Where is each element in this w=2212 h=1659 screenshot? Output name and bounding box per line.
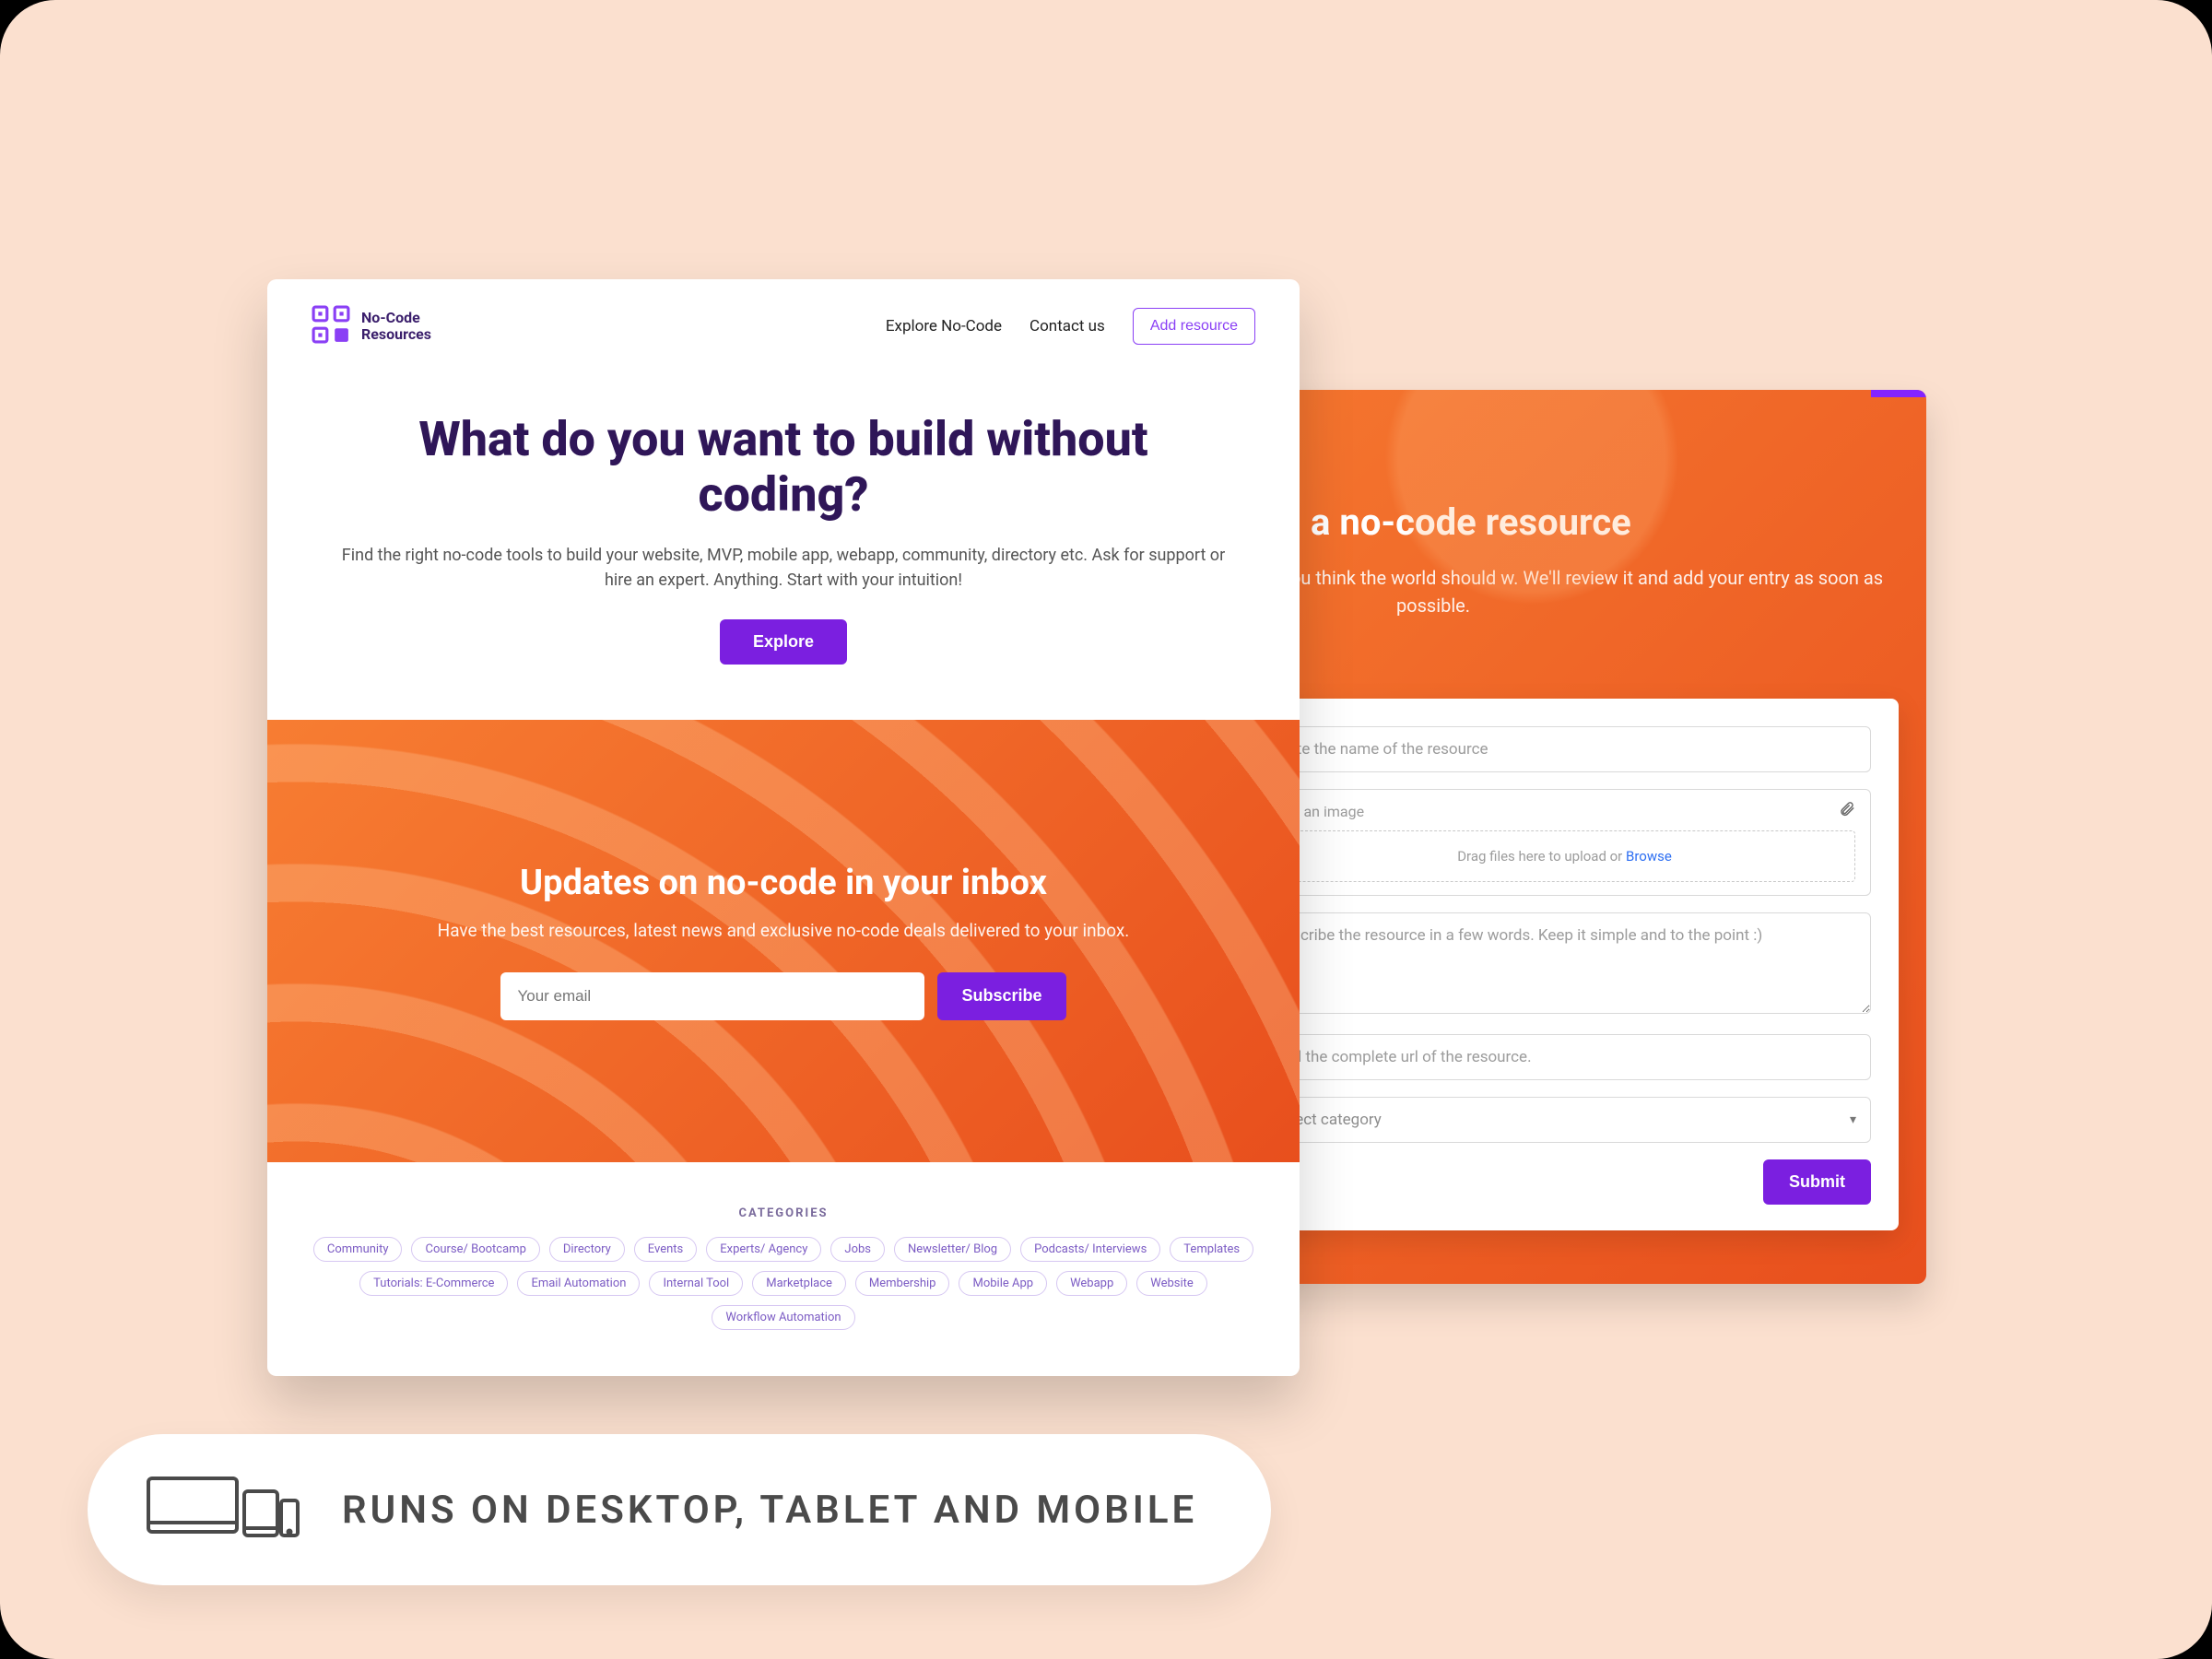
categories-heading: CATEGORIES [304,1206,1263,1220]
add-resource-button[interactable]: Add resource [1133,308,1255,345]
resource-name-input[interactable] [1258,726,1871,772]
logo-text: No-Code Resources [361,310,431,344]
nav-explore[interactable]: Explore No-Code [886,317,1002,335]
accent-bar [1871,390,1926,397]
newsletter-email-input[interactable] [500,972,924,1020]
resource-url-input[interactable] [1258,1034,1871,1080]
platform-badge-text: RUNS ON DESKTOP, TABLET AND MOBILE [342,1488,1197,1533]
hero-title: What do you want to build without coding… [341,412,1226,523]
category-pill[interactable]: Podcasts/ Interviews [1020,1237,1160,1262]
category-pill[interactable]: Mobile App [959,1271,1047,1296]
category-pill[interactable]: Webapp [1056,1271,1127,1296]
resource-description-input[interactable] [1258,912,1871,1014]
header: No-Code Resources Explore No-Code Contac… [267,279,1300,366]
hero: What do you want to build without coding… [267,366,1300,701]
logo-icon [312,305,350,347]
category-pill[interactable]: Website [1136,1271,1207,1296]
subscribe-button[interactable]: Subscribe [937,972,1065,1020]
category-pill[interactable]: Marketplace [752,1271,846,1296]
category-pill-row: Community Course/ Bootcamp Directory Events… [304,1237,1263,1330]
submit-button[interactable]: Submit [1763,1159,1871,1205]
nav-contact[interactable]: Contact us [1030,317,1105,335]
newsletter-title: Updates on no-code in your inbox [520,863,1047,903]
category-pill[interactable]: Membership [855,1271,950,1296]
explore-button[interactable]: Explore [720,619,847,665]
promo-frame: Add a no-code resource form to add a no-… [0,0,2212,1659]
category-pill[interactable]: Jobs [830,1237,885,1262]
landing-page: No-Code Resources Explore No-Code Contac… [267,279,1300,1376]
add-resource-form: Add an image Drag files here to upload o… [1230,699,1899,1230]
category-pill[interactable]: Email Automation [517,1271,640,1296]
category-pill[interactable]: Experts/ Agency [706,1237,821,1262]
attachment-icon [1839,801,1855,821]
devices-icon [143,1471,300,1548]
category-pill[interactable]: Newsletter/ Blog [894,1237,1011,1262]
category-pill[interactable]: Workflow Automation [712,1305,854,1330]
category-pill[interactable]: Community [313,1237,403,1262]
dropzone-text: Drag files here to upload or [1457,848,1626,865]
newsletter-subtitle: Have the best resources, latest news and… [438,920,1130,941]
category-pill[interactable]: Course/ Bootcamp [411,1237,539,1262]
category-pill[interactable]: Internal Tool [649,1271,743,1296]
categories-section: CATEGORIES Community Course/ Bootcamp Dire… [267,1162,1300,1367]
dropzone[interactable]: Drag files here to upload or Browse [1274,830,1855,882]
category-pill[interactable]: Tutorials: E-Commerce [359,1271,508,1296]
hero-subtitle: Find the right no-code tools to build yo… [341,543,1226,594]
category-pill[interactable]: Templates [1170,1237,1253,1262]
image-upload[interactable]: Add an image Drag files here to upload o… [1258,789,1871,896]
top-nav: Explore No-Code Contact us Add resource [886,308,1255,345]
browse-link[interactable]: Browse [1626,848,1672,865]
category-pill[interactable]: Directory [549,1237,625,1262]
logo[interactable]: No-Code Resources [312,305,431,347]
platform-badge: RUNS ON DESKTOP, TABLET AND MOBILE [88,1434,1271,1585]
category-pill[interactable]: Events [634,1237,697,1262]
newsletter-section: Updates on no-code in your inbox Have th… [267,720,1300,1162]
category-select[interactable]: Select category [1258,1097,1871,1143]
